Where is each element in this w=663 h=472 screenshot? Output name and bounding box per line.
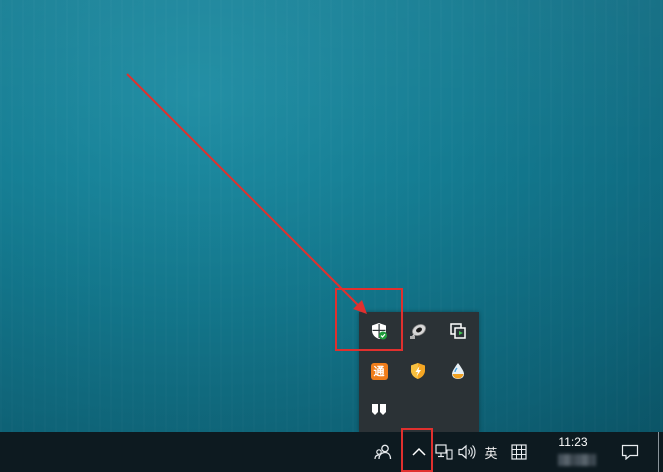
- annotation-arrow: [126, 73, 367, 314]
